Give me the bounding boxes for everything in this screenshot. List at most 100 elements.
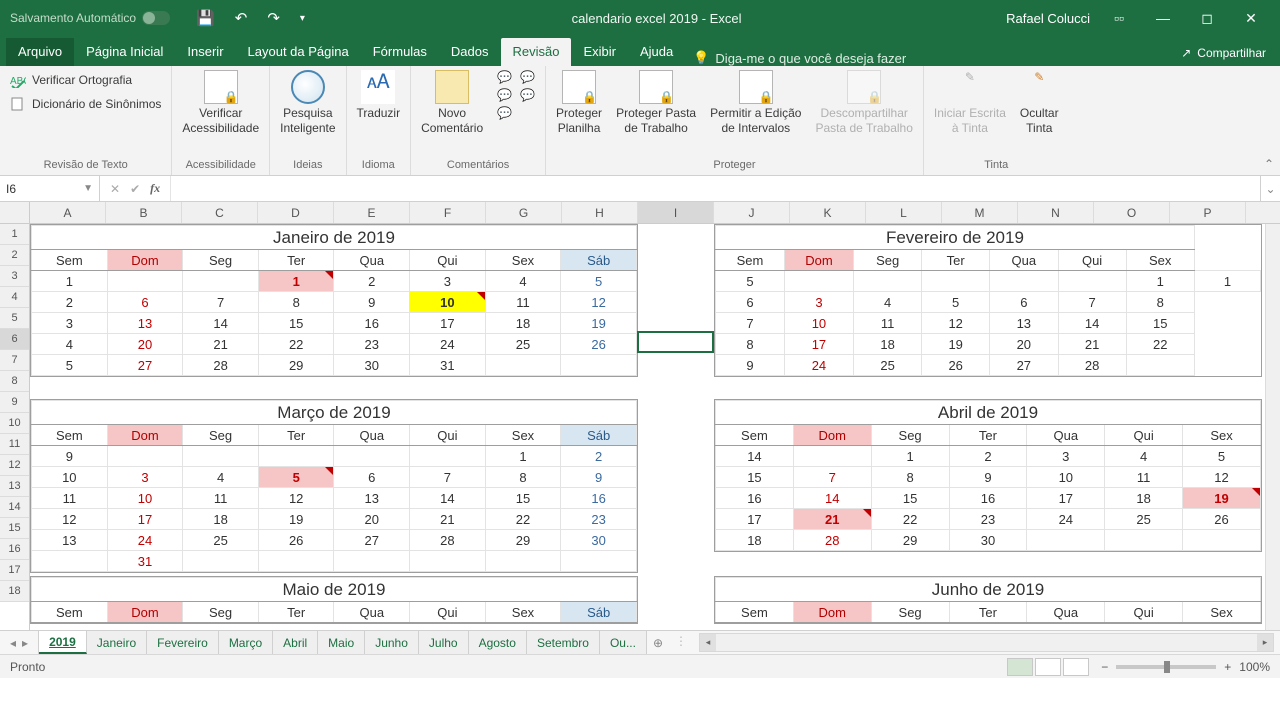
tab-arquivo[interactable]: Arquivo [6, 38, 74, 66]
vertical-scrollbar[interactable] [1265, 224, 1280, 630]
save-icon[interactable]: 💾 [196, 9, 215, 27]
column-header[interactable]: F [410, 202, 486, 223]
expand-formula-icon[interactable]: ⌄ [1260, 176, 1280, 201]
add-sheet-button[interactable]: ⊕ [647, 631, 669, 654]
view-normal-button[interactable] [1007, 658, 1033, 676]
tab-formulas[interactable]: Fórmulas [361, 38, 439, 66]
column-header[interactable]: G [486, 202, 562, 223]
tab-pagina-inicial[interactable]: Página Inicial [74, 38, 175, 66]
new-comment-button[interactable]: Novo Comentário [421, 70, 483, 136]
column-header[interactable]: P [1170, 202, 1246, 223]
prev-comment-icon[interactable]: 💬 [497, 88, 512, 102]
row-header[interactable]: 14 [0, 497, 29, 518]
cell-area[interactable]: Janeiro de 2019SemDomSegTerQuaQuiSexSáb1… [30, 224, 1280, 630]
row-header[interactable]: 18 [0, 581, 29, 602]
sheet-tab[interactable]: Fevereiro [147, 631, 219, 654]
show-all-icon[interactable]: 💬 [520, 88, 535, 102]
sheet-tab[interactable]: Maio [318, 631, 365, 654]
tab-dados[interactable]: Dados [439, 38, 501, 66]
collapse-ribbon-icon[interactable]: ⌃ [1264, 157, 1274, 171]
column-header[interactable]: J [714, 202, 790, 223]
row-header[interactable]: 8 [0, 371, 29, 392]
sheet-tab[interactable]: Abril [273, 631, 318, 654]
sheet-tab[interactable]: Junho [365, 631, 419, 654]
row-header[interactable]: 7 [0, 350, 29, 371]
row-header[interactable]: 3 [0, 266, 29, 287]
column-header[interactable]: E [334, 202, 410, 223]
select-all-corner[interactable] [0, 202, 29, 224]
delete-comment-icon[interactable]: 💬 [497, 70, 512, 84]
hscroll-right-icon[interactable]: ▸ [1257, 634, 1273, 651]
row-header[interactable]: 2 [0, 245, 29, 266]
zoom-out-button[interactable]: − [1101, 660, 1108, 674]
maximize-button[interactable]: ◻ [1192, 10, 1222, 27]
row-header[interactable]: 16 [0, 539, 29, 560]
zoom-slider[interactable] [1116, 665, 1216, 669]
smart-lookup-button[interactable]: Pesquisa Inteligente [280, 70, 335, 136]
row-header[interactable]: 1 [0, 224, 29, 245]
tab-ajuda[interactable]: Ajuda [628, 38, 685, 66]
ribbon-mode-icon[interactable]: ▫▫ [1104, 10, 1134, 26]
tell-me[interactable]: 💡 Diga-me o que você deseja fazer [693, 50, 906, 66]
zoom-level[interactable]: 100% [1239, 660, 1270, 674]
view-page-break-button[interactable] [1063, 658, 1089, 676]
spellcheck-button[interactable]: ABC Verificar Ortografia [10, 70, 132, 90]
close-button[interactable]: ✕ [1236, 10, 1266, 27]
column-header[interactable]: I [638, 202, 714, 223]
sheet-tab[interactable]: Janeiro [87, 631, 147, 654]
tab-inserir[interactable]: Inserir [175, 38, 235, 66]
tab-exibir[interactable]: Exibir [571, 38, 628, 66]
translate-button[interactable]: 🗚 Traduzir [357, 70, 401, 121]
undo-icon[interactable]: ↶ [235, 9, 248, 27]
show-comment-icon[interactable]: 💬 [520, 70, 535, 84]
column-header[interactable]: D [258, 202, 334, 223]
column-header[interactable]: N [1018, 202, 1094, 223]
sheet-prev-icon[interactable]: ◂ [10, 636, 16, 650]
qat-customize-icon[interactable]: ▾ [300, 13, 305, 24]
row-header[interactable]: 6 [0, 329, 29, 350]
column-header[interactable]: H [562, 202, 638, 223]
row-header[interactable]: 17 [0, 560, 29, 581]
sheet-tab[interactable]: Julho [419, 631, 469, 654]
column-header[interactable]: A [30, 202, 106, 223]
sheet-tab[interactable]: Setembro [527, 631, 600, 654]
sheet-tab[interactable]: Agosto [469, 631, 527, 654]
horizontal-scrollbar[interactable]: ◂ ▸ [699, 633, 1274, 652]
sheet-tab[interactable]: Ou... [600, 631, 647, 654]
sheet-tab[interactable]: Março [219, 631, 273, 654]
row-header[interactable]: 11 [0, 434, 29, 455]
name-box[interactable]: I6 ▼ [0, 176, 100, 201]
row-header[interactable]: 10 [0, 413, 29, 434]
spreadsheet-grid[interactable]: 123456789101112131415161718 ABCDEFGHIJKL… [0, 202, 1280, 630]
column-header[interactable]: K [790, 202, 866, 223]
view-page-layout-button[interactable] [1035, 658, 1061, 676]
cancel-formula-icon[interactable]: ✕ [110, 182, 120, 196]
ink-hide-button[interactable]: ✎Ocultar Tinta [1020, 70, 1059, 136]
column-header[interactable]: L [866, 202, 942, 223]
row-header[interactable]: 9 [0, 392, 29, 413]
thesaurus-button[interactable]: Dicionário de Sinônimos [10, 94, 161, 114]
sheet-tab[interactable]: 2019 [39, 631, 87, 654]
check-accessibility-button[interactable]: Verificar Acessibilidade [182, 70, 259, 136]
next-comment-icon[interactable]: 💬 [497, 106, 512, 120]
row-header[interactable]: 13 [0, 476, 29, 497]
autosave-toggle[interactable]: Salvamento Automático [0, 11, 180, 25]
fx-icon[interactable]: fx [150, 181, 160, 196]
minimize-button[interactable]: — [1148, 10, 1178, 26]
allow-ranges-button[interactable]: Permitir a Edição de Intervalos [710, 70, 801, 136]
sheet-nav[interactable]: ◂▸ [0, 631, 39, 654]
row-header[interactable]: 4 [0, 287, 29, 308]
formula-input[interactable] [171, 176, 1260, 201]
row-header[interactable]: 15 [0, 518, 29, 539]
tab-revisao[interactable]: Revisão [501, 38, 572, 66]
name-box-dropdown-icon[interactable]: ▼ [83, 183, 93, 194]
zoom-in-button[interactable]: + [1224, 660, 1231, 674]
row-header[interactable]: 5 [0, 308, 29, 329]
column-header[interactable]: C [182, 202, 258, 223]
column-header[interactable]: M [942, 202, 1018, 223]
enter-formula-icon[interactable]: ✔ [130, 182, 140, 196]
column-header[interactable]: B [106, 202, 182, 223]
row-header[interactable]: 12 [0, 455, 29, 476]
column-header[interactable]: O [1094, 202, 1170, 223]
redo-icon[interactable]: ↷ [267, 9, 280, 27]
